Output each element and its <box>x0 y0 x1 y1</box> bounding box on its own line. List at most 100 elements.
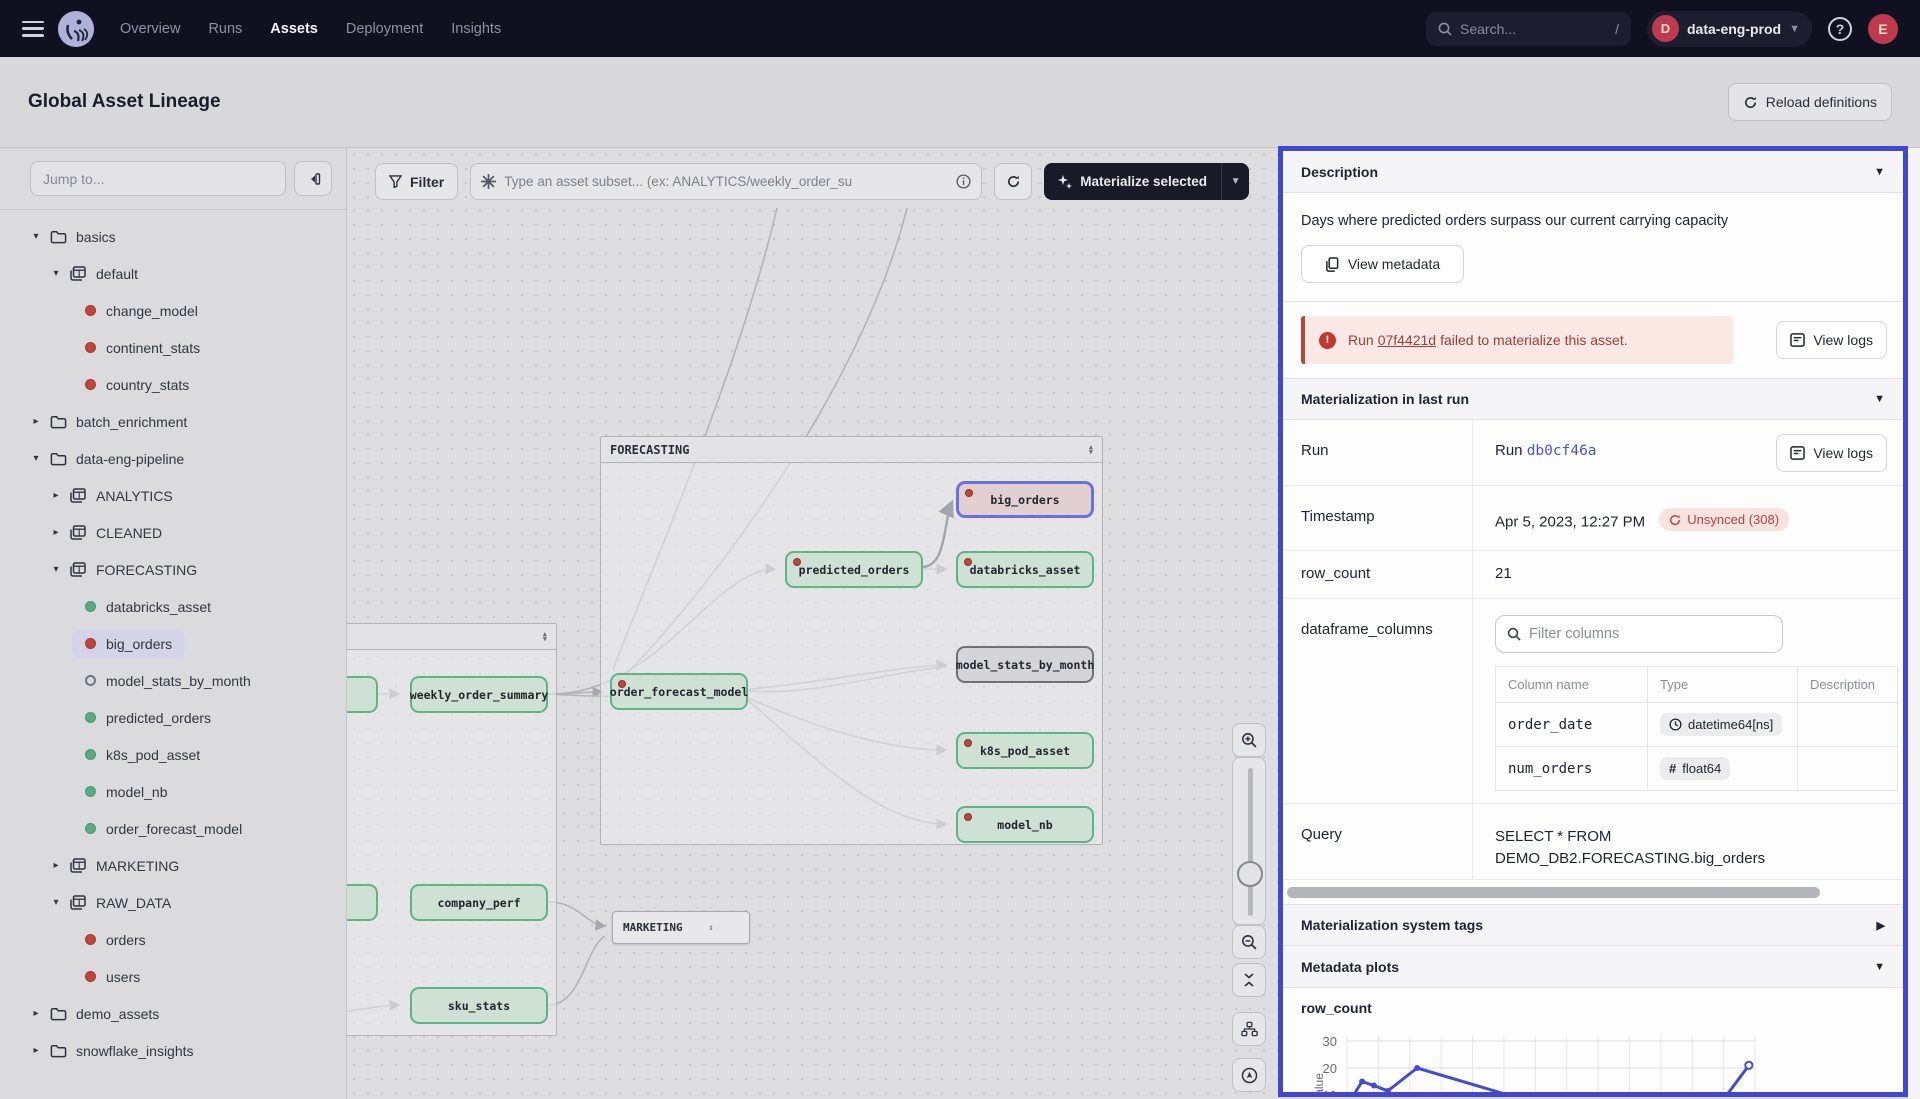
avatar[interactable]: E <box>1868 14 1898 44</box>
collapse-group-icon[interactable]: ▲▼ <box>543 632 547 642</box>
zoom-slider-handle[interactable] <box>1237 861 1263 887</box>
asset-node-partial[interactable] <box>347 676 378 713</box>
layout-tree-button[interactable] <box>1232 1012 1266 1046</box>
sidebar-item-users[interactable]: users <box>0 958 346 995</box>
caret-down-icon[interactable]: ▾ <box>28 231 44 242</box>
sidebar-item-predicted_orders[interactable]: predicted_orders <box>0 699 346 736</box>
failed-status-dot <box>964 558 972 566</box>
asset-node-k8s_pod_asset[interactable]: k8s_pod_asset <box>956 732 1094 769</box>
zoom-slider[interactable] <box>1232 757 1266 925</box>
asset-node-model_nb[interactable]: model_nb <box>956 806 1094 843</box>
caret-down-icon[interactable]: ▾ <box>48 268 64 279</box>
sidebar-item-snowflake_insights[interactable]: ▸snowflake_insights <box>0 1032 346 1069</box>
sidebar-item-country_stats[interactable]: country_stats <box>0 366 346 403</box>
nav-item-overview[interactable]: Overview <box>120 21 180 37</box>
sidebar-item-model_stats_by_month[interactable]: model_stats_by_month <box>0 662 346 699</box>
sidebar-item-change_model[interactable]: change_model <box>0 292 346 329</box>
asset-node-company_perf[interactable]: company_perf <box>410 884 548 921</box>
svg-text:Value: Value <box>1312 1073 1326 1097</box>
asset-node-databricks_asset[interactable]: databricks_asset <box>956 551 1094 588</box>
asset-subset-input[interactable]: Type an asset subset... (ex: ANALYTICS/w… <box>470 163 982 200</box>
jump-to-input[interactable]: Jump to... <box>30 161 286 196</box>
chevron-down-icon: ▼ <box>1874 961 1885 973</box>
nav-item-insights[interactable]: Insights <box>451 21 501 37</box>
sidebar-item-continent_stats[interactable]: continent_stats <box>0 329 346 366</box>
caret-right-icon[interactable]: ▸ <box>48 490 64 501</box>
menu-icon[interactable] <box>22 21 44 37</box>
view-metadata-button[interactable]: View metadata <box>1301 245 1464 283</box>
asset-node-sku_stats[interactable]: sku_stats <box>410 987 548 1024</box>
page-header: Global Asset Lineage Reload definitions <box>0 57 1920 148</box>
caret-right-icon[interactable]: ▸ <box>28 416 44 427</box>
sidebar-item-data-eng-pipeline[interactable]: ▾data-eng-pipeline <box>0 440 346 477</box>
materialize-options-caret[interactable]: ▼ <box>1221 163 1249 200</box>
sidebar-item-databricks_asset[interactable]: databricks_asset <box>0 588 346 625</box>
view-logs-button[interactable]: View logs <box>1776 321 1887 359</box>
status-dot-green <box>85 601 96 612</box>
filter-columns-input[interactable]: Filter columns <box>1495 615 1783 653</box>
horizontal-scrollbar[interactable] <box>1287 887 1820 898</box>
collapsed-group-MARKETING[interactable]: MARKETING⇕ <box>612 911 750 944</box>
help-icon[interactable]: ? <box>1828 17 1852 41</box>
refresh-graph-button[interactable] <box>994 163 1032 200</box>
sidebar-item-model_nb[interactable]: model_nb <box>0 773 346 810</box>
sidebar-item-orders[interactable]: orders <box>0 921 346 958</box>
asset-node-partial[interactable] <box>347 884 378 921</box>
sidebar-item-RAW_DATA[interactable]: ▾RAW_DATA <box>0 884 346 921</box>
run-id-link[interactable]: 07f4421d <box>1378 332 1436 348</box>
sidebar-item-demo_assets[interactable]: ▸demo_assets <box>0 995 346 1032</box>
sidebar-item-default[interactable]: ▾default <box>0 255 346 292</box>
view-logs-button[interactable]: View logs <box>1776 434 1887 472</box>
caret-right-icon[interactable]: ▸ <box>48 860 64 871</box>
sidebar-item-order_forecast_model[interactable]: order_forecast_model <box>0 810 346 847</box>
sidebar-item-basics[interactable]: ▾basics <box>0 218 346 255</box>
section-description[interactable]: Description ▼ <box>1283 151 1903 193</box>
materialize-selected-button[interactable]: Materialize selected ▼ <box>1044 163 1249 200</box>
caret-right-icon[interactable]: ▸ <box>28 1045 44 1056</box>
sidebar-item-big_orders[interactable]: big_orders <box>0 625 346 662</box>
asset-node-order_forecast_model[interactable]: order_forecast_model <box>610 673 748 710</box>
caret-down-icon[interactable]: ▾ <box>48 564 64 575</box>
recenter-button[interactable] <box>1232 1058 1266 1092</box>
sidebar-item-MARKETING[interactable]: ▸MARKETING <box>0 847 346 884</box>
asset-node-big_orders[interactable]: big_orders <box>956 481 1094 518</box>
sidebar-item-k8s_pod_asset[interactable]: k8s_pod_asset <box>0 736 346 773</box>
caret-down-icon[interactable]: ▾ <box>48 897 64 908</box>
sidebar-item-FORECASTING[interactable]: ▾FORECASTING <box>0 551 346 588</box>
reload-definitions-button[interactable]: Reload definitions <box>1728 83 1892 121</box>
columns-table: Column nameTypeDescription order_date da… <box>1495 666 1898 791</box>
nav-item-deployment[interactable]: Deployment <box>346 21 423 37</box>
sidebar-item-CLEANED[interactable]: ▸CLEANED <box>0 514 346 551</box>
group-header[interactable]: FORECASTING▲▼ <box>601 437 1102 463</box>
zoom-out-button[interactable] <box>1232 925 1266 959</box>
caret-right-icon[interactable]: ▸ <box>48 527 64 538</box>
zoom-in-button[interactable] <box>1232 723 1266 757</box>
nav-item-assets[interactable]: Assets <box>270 21 318 37</box>
deployment-switcher[interactable]: D data-eng-prod ▼ <box>1647 11 1812 47</box>
search-icon <box>1438 22 1452 36</box>
sidebar-item-ANALYTICS[interactable]: ▸ANALYTICS <box>0 477 346 514</box>
caret-down-icon[interactable]: ▾ <box>28 453 44 464</box>
run-id-link[interactable]: db0cf46a <box>1527 443 1597 459</box>
chevron-down-icon: ▼ <box>1789 23 1800 35</box>
dagster-logo-icon[interactable] <box>58 11 94 47</box>
caret-right-icon[interactable]: ▸ <box>28 1008 44 1019</box>
run-row: Run Run db0cf46a View logs <box>1283 420 1903 486</box>
section-materialization-last-run[interactable]: Materialization in last run ▼ <box>1283 378 1903 420</box>
global-search-input[interactable]: Search... / <box>1426 12 1631 46</box>
collapse-panel-button[interactable] <box>294 161 332 196</box>
asset-node-weekly_order_summary[interactable]: weekly_order_summary <box>410 676 548 713</box>
filter-button[interactable]: Filter <box>375 163 458 200</box>
collapse-groups-button[interactable] <box>1232 963 1266 997</box>
asset-node-model_stats_by_month[interactable]: model_stats_by_month <box>956 646 1094 683</box>
collapse-group-icon[interactable]: ▲▼ <box>1089 445 1093 455</box>
section-metadata-plots[interactable]: Metadata plots ▼ <box>1283 946 1903 988</box>
section-system-tags[interactable]: Materialization system tags ▶ <box>1283 904 1903 946</box>
asset-node-predicted_orders[interactable]: predicted_orders <box>785 551 923 588</box>
nav-item-runs[interactable]: Runs <box>208 21 242 37</box>
table-row: order_date datetime64[ns] <box>1496 703 1898 747</box>
lineage-canvas[interactable]: FORECASTING▲▼▲▼MARKETING⇕ big_orderspred… <box>347 148 1278 1099</box>
sidebar-item-batch_enrichment[interactable]: ▸batch_enrichment <box>0 403 346 440</box>
group-header[interactable]: ▲▼ <box>347 624 556 650</box>
expand-group-icon[interactable]: ⇕ <box>709 923 714 932</box>
